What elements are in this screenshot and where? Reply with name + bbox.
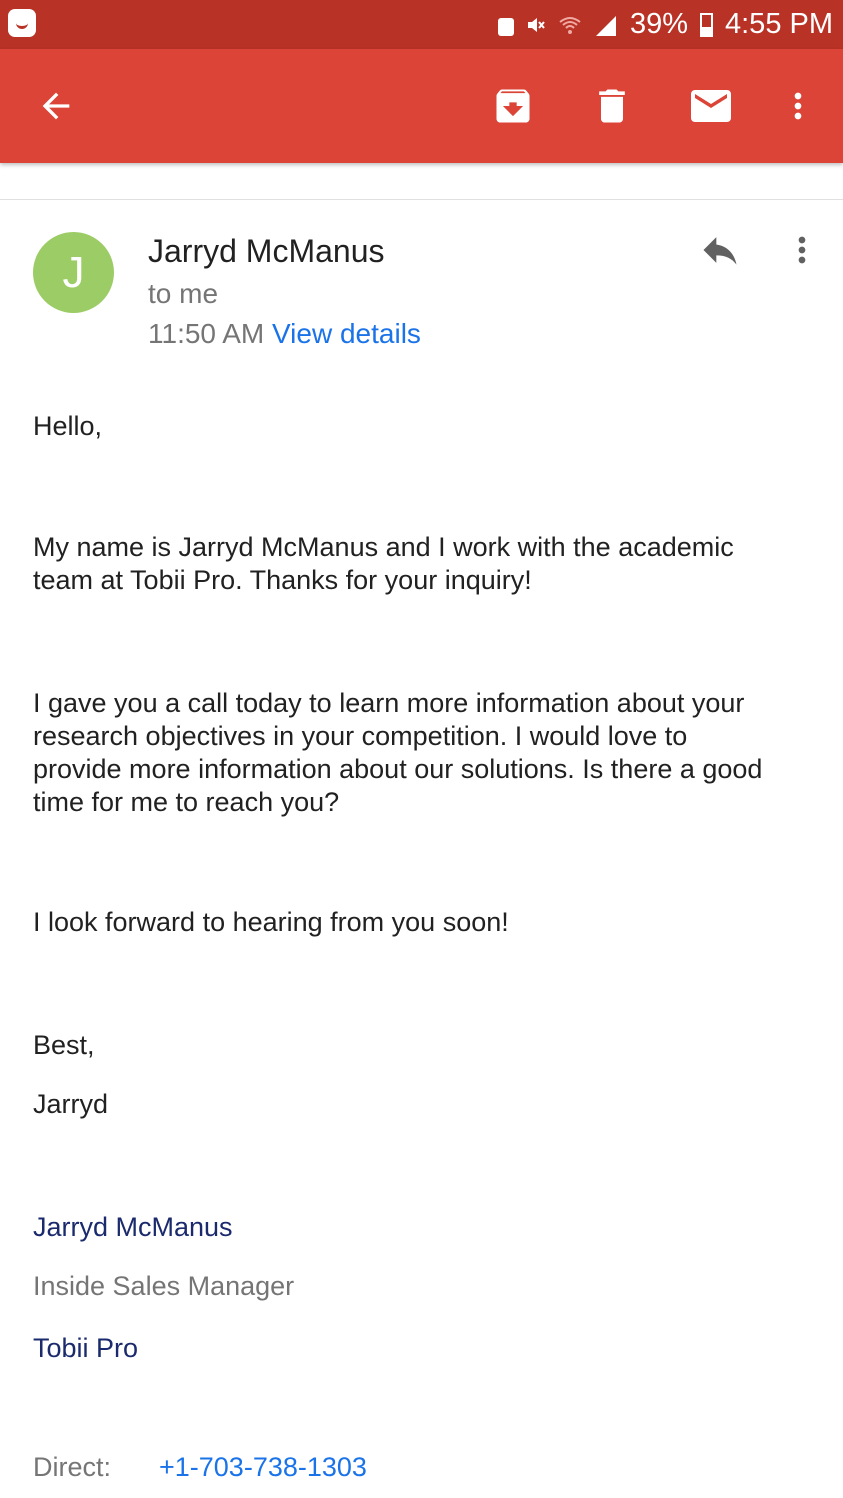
body-line: My name is Jarryd McManus and I work wit… <box>33 532 734 562</box>
body-line: I gave you a call today to learn more in… <box>33 688 745 718</box>
sender-avatar[interactable]: J <box>33 232 114 313</box>
mark-unread-icon <box>691 90 731 122</box>
more-vert-icon <box>798 236 806 264</box>
status-icons: 39% 4:55 PM <box>497 0 833 49</box>
avatar-letter: J <box>62 247 85 297</box>
body-closing: Best, <box>33 1030 95 1060</box>
phone-link[interactable]: +1-703-738-1303 <box>159 1452 367 1483</box>
reply-button[interactable] <box>694 226 746 274</box>
message-time: 11:50 AM <box>148 318 265 349</box>
body-paragraph-3: I look forward to hearing from you soon! <box>33 907 509 937</box>
back-button[interactable] <box>24 49 88 163</box>
body-sign-name: Jarryd <box>33 1089 109 1119</box>
clock: 4:55 PM <box>725 8 833 40</box>
direct-label: Direct: <box>33 1452 112 1482</box>
body-paragraph-1: My name is Jarryd McManus and I work wit… <box>33 531 813 597</box>
body-line: time for me to reach you? <box>33 787 340 817</box>
battery-icon <box>700 12 713 37</box>
body-line: research objectives in your competition.… <box>33 721 688 751</box>
header-divider <box>0 199 843 200</box>
archive-button[interactable] <box>481 49 545 163</box>
mark-unread-button[interactable] <box>679 49 743 163</box>
message-time-line: 11:50 AM View details <box>148 318 421 350</box>
message-more-button[interactable] <box>780 226 824 274</box>
sender-name: Jarryd McManus <box>148 233 385 269</box>
back-icon <box>42 92 70 120</box>
reply-icon <box>703 237 737 265</box>
status-bar: 39% 4:55 PM <box>0 0 843 49</box>
signature-company: Tobii Pro <box>33 1333 139 1363</box>
signal-icon <box>595 15 616 36</box>
signature-name: Jarryd McManus <box>33 1212 233 1242</box>
view-details-link[interactable]: View details <box>272 318 421 349</box>
more-vert-icon <box>794 92 802 120</box>
battery-percent: 39% <box>629 8 688 40</box>
delete-button[interactable] <box>580 49 644 163</box>
archive-icon <box>496 89 530 123</box>
lock-icon <box>497 17 514 36</box>
body-line: provide more information about our solut… <box>33 754 763 784</box>
delete-icon <box>599 89 625 123</box>
body-greeting: Hello, <box>33 411 103 441</box>
recipient-line: to me <box>148 278 219 309</box>
more-options-button[interactable] <box>766 49 830 163</box>
wifi-icon <box>559 16 581 34</box>
notification-app-icon <box>8 9 36 37</box>
body-line: team at Tobii Pro. Thanks for your inqui… <box>33 565 532 595</box>
body-paragraph-2: I gave you a call today to learn more in… <box>33 687 813 819</box>
battery-fill <box>702 26 711 35</box>
mute-icon <box>527 17 545 32</box>
signature-title: Inside Sales Manager <box>33 1271 295 1301</box>
app-bar <box>0 49 843 163</box>
